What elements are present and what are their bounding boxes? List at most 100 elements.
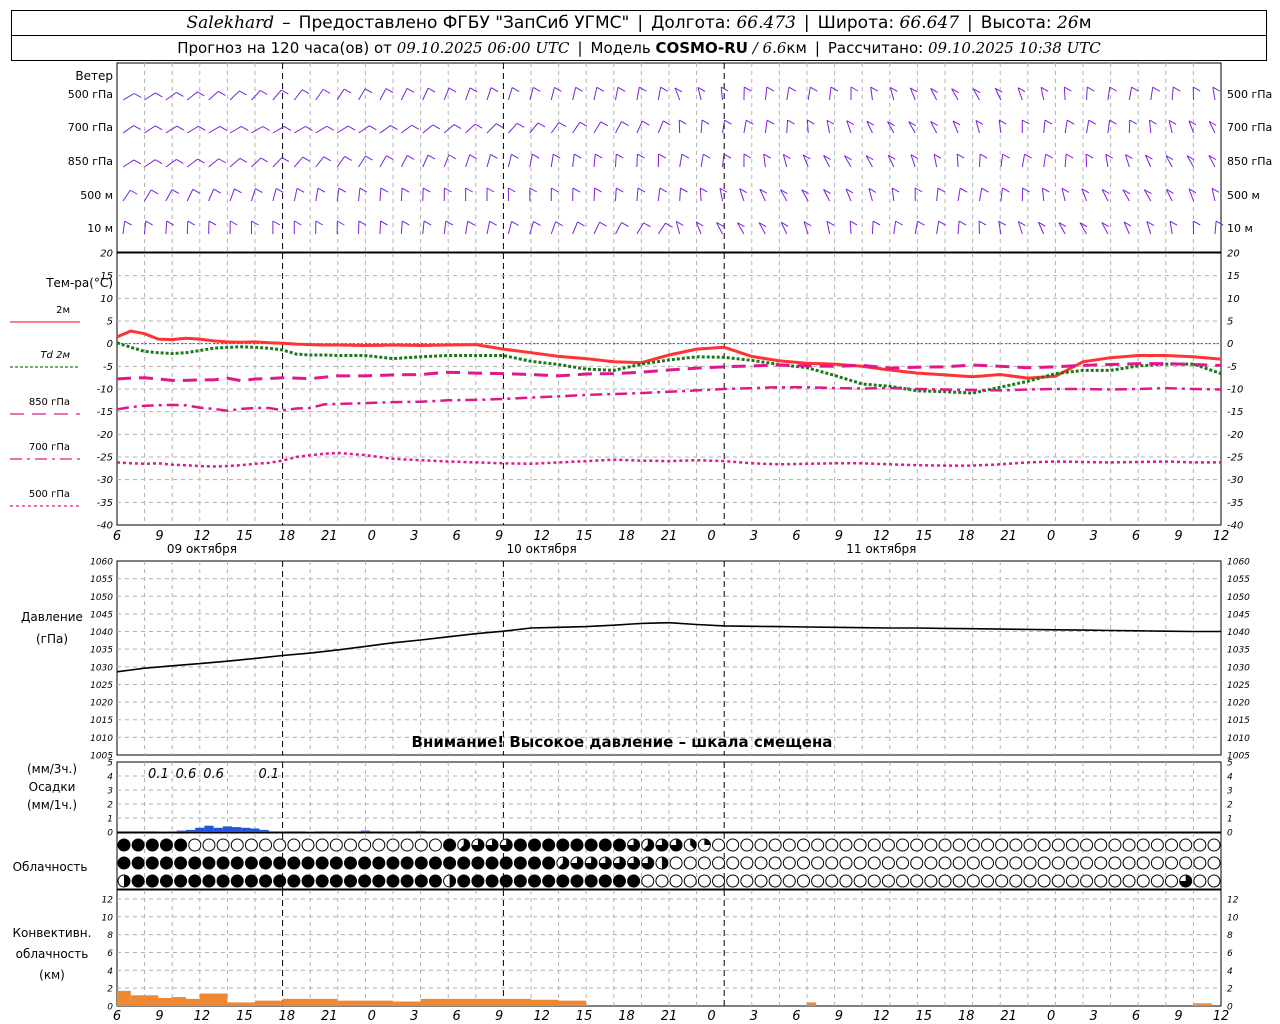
wind-barb	[336, 125, 349, 134]
wind-barb-flag	[171, 189, 180, 195]
wind-barb	[719, 188, 724, 202]
convective-tick-label-right: 2	[1227, 985, 1233, 995]
convective-bar	[282, 998, 338, 1006]
cloud-cover-symbol	[910, 838, 924, 852]
cloud-cover-symbol	[188, 874, 202, 888]
wind-barb	[315, 188, 319, 202]
cloud-cover-symbol	[754, 838, 768, 852]
wind-barb	[764, 120, 768, 134]
temp-tick-label: -25	[97, 453, 113, 464]
temp-time-tick: 0	[707, 529, 715, 544]
wind-barb	[358, 125, 370, 134]
temp-time-tick: 0	[1047, 529, 1055, 544]
wind-barb-flag	[302, 156, 311, 162]
wind-barb	[443, 221, 447, 235]
cloud-cover-symbol	[358, 838, 372, 852]
precip-sum-label: 0.6	[203, 767, 224, 782]
precip-bar	[176, 830, 186, 832]
cloud-cover-symbol	[117, 838, 131, 852]
wind-barb-flag	[154, 159, 163, 165]
wind-barb	[229, 157, 241, 168]
precip-bar	[278, 831, 288, 832]
wind-barb-flag	[422, 187, 431, 193]
cloud-cover-symbol	[910, 874, 924, 888]
temp-time-tick: 9	[495, 529, 503, 544]
temp-tick-label-right: -40	[1227, 521, 1243, 532]
wind-barb-flag	[554, 86, 562, 92]
cloud-cover-symbol	[259, 856, 273, 870]
wind-barb-flag	[176, 91, 184, 97]
wind-barb-flag	[296, 187, 305, 193]
wind-barb-flag	[1152, 86, 1160, 92]
precip-bar	[167, 831, 177, 832]
wind-barb-flag	[234, 188, 242, 194]
bottom-time-tick: 21	[1000, 1009, 1017, 1024]
wind-barb-flag	[469, 154, 477, 160]
cloud-cover-symbol	[1080, 838, 1094, 852]
wind-barb	[165, 189, 173, 202]
cloud-cover-symbol	[740, 874, 754, 888]
wind-barb-flag	[486, 187, 495, 193]
pressure-tick-label-right: 1045	[1227, 610, 1250, 620]
cloud-cover-symbol	[1108, 838, 1122, 852]
temp-legend-label: 500 гПа	[29, 489, 70, 500]
wind-barb-flag	[596, 86, 605, 92]
cloud-cover-symbol	[287, 874, 301, 888]
precip-bar	[388, 831, 398, 832]
cloud-cover-symbol	[881, 874, 895, 888]
wind-barb	[1150, 87, 1154, 101]
wind-barb	[165, 220, 168, 235]
wind-barb	[1128, 87, 1133, 101]
cloud-cover-symbol	[1037, 838, 1051, 852]
convective-bar	[199, 993, 228, 1006]
wind-barb	[699, 187, 702, 202]
wind-barb	[208, 158, 220, 168]
wind-barb-flag	[208, 220, 217, 226]
pressure-tick-label: 1050	[90, 593, 113, 603]
wind-barb-flag	[490, 154, 498, 159]
wind-barb	[401, 124, 413, 134]
wind-barb-flag	[380, 187, 389, 193]
pressure-tick-label: 1025	[90, 681, 113, 691]
wind-barb-flag	[1002, 153, 1010, 159]
wind-barb-flag	[281, 157, 290, 163]
temp-time-tick: 18	[958, 529, 975, 544]
pressure-warning: Внимание! Высокое давление – шкала смеще…	[412, 733, 833, 751]
wind-barb	[379, 220, 382, 235]
temp-time-tick: 18	[279, 529, 296, 544]
wind-barb-flag	[658, 153, 666, 159]
temp-tick-label-right: -20	[1227, 430, 1243, 441]
wind-barb	[615, 121, 622, 134]
wind-barb	[1214, 221, 1217, 235]
wind-barb	[572, 87, 577, 101]
wind-barb-flag	[239, 90, 247, 96]
wind-barb-flag	[872, 220, 881, 226]
wind-barb	[251, 157, 262, 168]
convective-axis-title: Конвективн.	[13, 926, 92, 940]
cloud-cover-symbol	[796, 838, 810, 852]
bottom-time-tick: 9	[1174, 1009, 1182, 1024]
temp-time-tick: 21	[321, 529, 338, 544]
convective-tick-label-right: 12	[1227, 895, 1239, 905]
wind-barb	[208, 91, 219, 101]
cloud-cover-symbol	[414, 874, 428, 888]
temp-tick-label-right: -35	[1227, 498, 1243, 509]
cloud-cover-symbol	[1051, 838, 1065, 852]
wind-barb-flag	[401, 187, 410, 193]
wind-barb	[465, 87, 471, 101]
cloud-cover-symbol	[1094, 838, 1108, 852]
wind-barb-flag	[1085, 153, 1094, 159]
temp-tick-label-right: 5	[1227, 317, 1233, 328]
wind-barb	[1043, 120, 1046, 134]
cloud-cover-symbol	[301, 838, 315, 852]
wind-barb	[1086, 120, 1090, 134]
cloud-cover-symbol	[372, 856, 386, 870]
wind-barb	[507, 154, 512, 168]
wind-barb	[614, 187, 617, 202]
precip-tick-label-right: 2	[1227, 801, 1233, 811]
wind-barb-flag	[369, 125, 377, 131]
wind-barb-flag	[260, 157, 269, 163]
cloud-cover-symbol	[981, 838, 995, 852]
wind-barb-flag	[643, 222, 651, 228]
bottom-time-tick: 15	[236, 1009, 253, 1024]
